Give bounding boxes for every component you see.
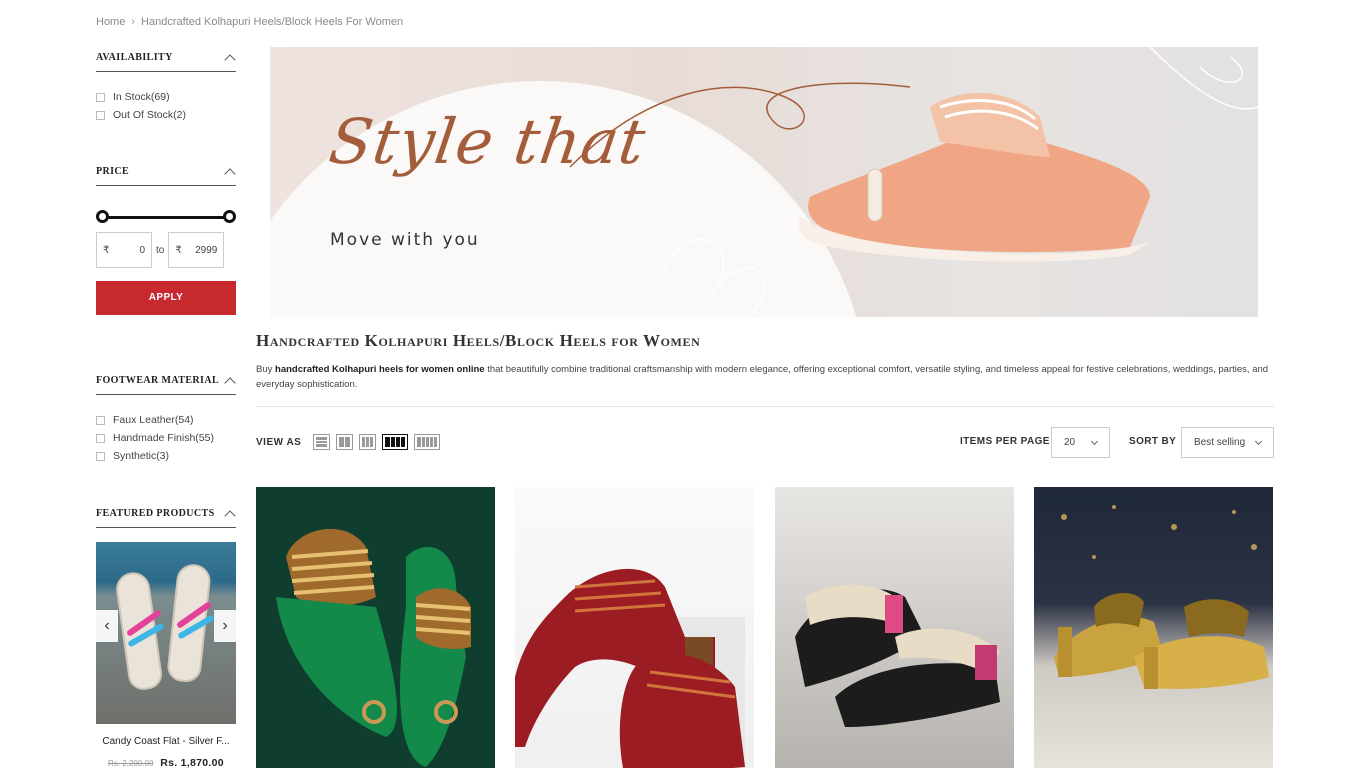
price-inputs: ₹ 0 to ₹ 2999 <box>96 232 236 268</box>
featured-product-image[interactable]: ‹ › <box>96 542 236 724</box>
availability-filter-title: AVAILABILITY <box>96 52 173 63</box>
product-grid <box>256 487 1274 768</box>
price-max-value: 2999 <box>195 244 218 256</box>
page-title: Handcrafted Kolhapuri Heels/Block Heels … <box>256 331 701 350</box>
price-min-value: 0 <box>139 244 145 256</box>
material-option-handmade-finish[interactable]: Handmade Finish(55) <box>96 429 236 447</box>
product-card-image[interactable] <box>256 487 495 768</box>
breadcrumb-current: Handcrafted Kolhapuri Heels/Block Heels … <box>141 16 404 28</box>
carousel-next-button[interactable]: › <box>214 610 236 642</box>
option-label: Synthetic(3) <box>113 450 170 462</box>
checkbox[interactable] <box>96 110 105 120</box>
breadcrumb-home-link[interactable]: Home <box>96 16 125 28</box>
sort-by-label: SORT BY <box>1129 436 1177 447</box>
option-label: Handmade Finish(55) <box>113 432 214 444</box>
checkbox[interactable] <box>96 415 105 425</box>
checkbox[interactable] <box>96 433 105 443</box>
breadcrumb-separator: › <box>131 16 136 28</box>
breadcrumb: Home › Handcrafted Kolhapuri Heels/Block… <box>96 16 403 28</box>
apply-price-button[interactable]: APPLY <box>96 281 236 315</box>
price-filter-header[interactable]: PRICE <box>96 158 236 186</box>
material-filter-header[interactable]: FOOTWEAR MATERIAL <box>96 367 236 395</box>
view-as-group: VIEW AS <box>256 434 441 450</box>
option-label: Faux Leather(54) <box>113 414 194 426</box>
items-per-page-value: 20 <box>1064 437 1076 448</box>
chevron-up-icon[interactable] <box>224 376 236 389</box>
product-card-image[interactable] <box>515 487 754 768</box>
banner-decoration <box>569 47 1258 317</box>
material-options: Faux Leather(54) Handmade Finish(55) Syn… <box>96 411 236 465</box>
chevron-down-icon <box>1254 437 1263 445</box>
material-filter-title: FOOTWEAR MATERIAL <box>96 375 220 386</box>
material-option-synthetic[interactable]: Synthetic(3) <box>96 447 236 465</box>
grid-3-icon[interactable] <box>359 434 377 450</box>
featured-products-title: FEATURED PRODUCTS <box>96 508 215 519</box>
price-filter-title: PRICE <box>96 166 130 177</box>
view-as-label: VIEW AS <box>256 436 302 448</box>
filter-sidebar: AVAILABILITY In Stock(69) Out Of Stock(2… <box>96 44 236 768</box>
option-label: Out Of Stock(2) <box>113 109 186 121</box>
chevron-up-icon[interactable] <box>224 53 236 66</box>
product-toolbar: VIEW AS ITEMS PER PAGE 20 SORT BY Best s… <box>256 426 1274 458</box>
grid-2-icon[interactable] <box>336 434 354 450</box>
sale-price: Rs. 1,870.00 <box>160 757 224 768</box>
category-description: Buy handcrafted Kolhapuri heels for wome… <box>256 362 1274 392</box>
list-view-icon[interactable] <box>313 434 331 450</box>
checkbox[interactable] <box>96 92 105 102</box>
sandal-image <box>515 568 745 768</box>
banner-tagline: Move with you <box>330 230 480 250</box>
featured-product-title[interactable]: Candy Coast Flat - Silver F... <box>96 736 236 747</box>
sort-by-value: Best selling <box>1194 437 1246 448</box>
slider-track <box>102 216 230 219</box>
slider-min-handle[interactable] <box>96 210 109 223</box>
items-per-page-select[interactable]: 20 <box>1051 427 1110 458</box>
price-max-input[interactable]: ₹ 2999 <box>168 232 225 268</box>
product-card-image[interactable] <box>1034 487 1273 768</box>
category-banner: Style that Move with you <box>270 47 1258 317</box>
checkbox[interactable] <box>96 451 105 461</box>
availability-filter-header[interactable]: AVAILABILITY <box>96 44 236 72</box>
chevron-up-icon[interactable] <box>224 509 236 522</box>
desc-bold: handcrafted Kolhapuri heels for women on… <box>275 364 485 375</box>
sandal-image <box>1054 505 1269 689</box>
grid-4-icon[interactable] <box>382 434 409 450</box>
sandal-image <box>795 584 1000 727</box>
chevron-down-icon <box>1090 437 1099 445</box>
desc-prefix: Buy <box>256 364 276 375</box>
rupee-icon: ₹ <box>103 244 110 256</box>
sort-by-select[interactable]: Best selling <box>1181 427 1274 458</box>
product-card-image[interactable] <box>775 487 1014 768</box>
chevron-up-icon[interactable] <box>224 167 236 180</box>
grid-5-icon[interactable] <box>414 434 441 450</box>
option-label: In Stock(69) <box>113 91 170 103</box>
featured-products-header[interactable]: FEATURED PRODUCTS <box>96 500 236 528</box>
availability-options: In Stock(69) Out Of Stock(2) <box>96 88 236 124</box>
sandal-image <box>276 528 471 767</box>
carousel-prev-button[interactable]: ‹ <box>96 610 118 642</box>
price-to-label: to <box>156 244 165 256</box>
divider <box>256 406 1274 407</box>
featured-product-price: Rs. 2,200.00 Rs. 1,870.00 <box>96 757 236 768</box>
items-per-page-label: ITEMS PER PAGE <box>960 436 1050 447</box>
original-price: Rs. 2,200.00 <box>108 759 154 768</box>
availability-option-out-of-stock[interactable]: Out Of Stock(2) <box>96 106 236 124</box>
rupee-icon: ₹ <box>175 244 182 256</box>
price-range-slider[interactable] <box>96 210 236 224</box>
slider-max-handle[interactable] <box>223 210 236 223</box>
price-min-input[interactable]: ₹ 0 <box>96 232 152 268</box>
material-option-faux-leather[interactable]: Faux Leather(54) <box>96 411 236 429</box>
availability-option-in-stock[interactable]: In Stock(69) <box>96 88 236 106</box>
banner-script-text: Style that <box>324 105 651 178</box>
